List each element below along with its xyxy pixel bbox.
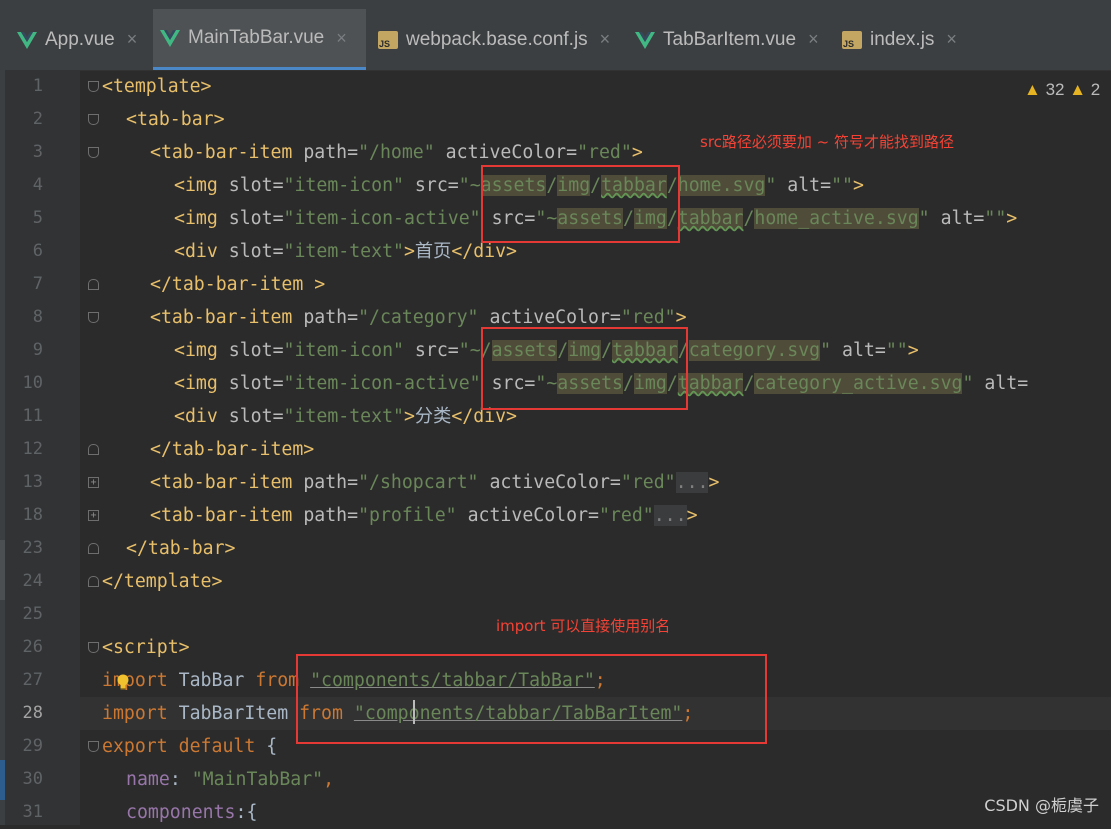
code-line: <tab-bar> — [126, 109, 225, 130]
close-icon[interactable]: × — [336, 28, 347, 49]
code-line: <div slot="item-text">首页</div> — [174, 241, 518, 262]
line-number: 8 — [32, 307, 43, 327]
code-line: <div slot="item-text">分类</div> — [174, 406, 518, 427]
tab-maintabbar-vue[interactable]: MainTabBar.vue × — [153, 9, 366, 70]
warning-icon: ▲ — [1024, 80, 1041, 99]
close-icon[interactable]: × — [600, 29, 611, 50]
code-line: <tab-bar-item path="profile" activeColor… — [150, 505, 698, 526]
annotation-src-note: src路径必须要加 ~ 符号才能找到路径 — [700, 133, 955, 151]
close-icon[interactable]: × — [946, 29, 957, 50]
line-number: 24 — [22, 571, 43, 591]
line-number: 27 — [22, 670, 43, 690]
tab-app-vue[interactable]: App.vue × — [10, 9, 153, 70]
line-number: 1 — [32, 76, 43, 96]
code-line: </template> — [102, 571, 223, 592]
code-line: <tab-bar-item path="/shopcart" activeCol… — [150, 472, 720, 493]
line-number: 26 — [22, 637, 43, 657]
weak-warning-icon: ▲ — [1069, 80, 1087, 99]
tab-label: App.vue — [45, 28, 115, 50]
line-number: 2 — [32, 109, 43, 129]
code-line: name: "MainTabBar", — [126, 769, 335, 790]
code-line: <script> — [102, 637, 190, 658]
tab-index-js[interactable]: JS index.js × — [836, 9, 976, 70]
js-file-icon: JS — [842, 30, 862, 49]
vue-icon — [635, 31, 655, 49]
code-line: <template> — [102, 76, 212, 97]
tab-label: webpack.base.conf.js — [406, 28, 588, 50]
line-number: 4 — [32, 175, 43, 195]
editor-tab-bar: App.vue × MainTabBar.vue × JS webpack.ba… — [0, 0, 1111, 71]
line-number: 23 — [22, 538, 43, 558]
line-number: 9 — [32, 340, 43, 360]
annotation-box — [481, 165, 680, 243]
line-number: 7 — [32, 274, 43, 294]
line-number-current: 28 — [22, 703, 43, 723]
folded-code-placeholder[interactable]: ... — [675, 472, 709, 493]
code-line: </tab-bar-item > — [150, 274, 326, 295]
vue-icon — [160, 30, 180, 47]
code-line: components:{ — [126, 802, 258, 823]
weak-warning-count: 2 — [1090, 80, 1101, 99]
folded-code-placeholder[interactable]: ... — [653, 505, 687, 526]
line-number: 3 — [32, 142, 43, 162]
js-file-icon: JS — [378, 30, 398, 49]
warning-count: 32 — [1045, 80, 1065, 99]
line-number: 30 — [22, 769, 43, 789]
close-icon[interactable]: × — [127, 29, 138, 50]
inspection-widget[interactable]: ▲ 32 ▲ 2 — [1024, 80, 1100, 100]
tab-label: TabBarItem.vue — [663, 28, 797, 50]
line-number: 11 — [22, 406, 43, 426]
line-number: 18 — [22, 505, 43, 525]
line-number: 29 — [22, 736, 43, 756]
vue-icon — [17, 31, 37, 49]
line-number: 12 — [22, 439, 43, 459]
watermark: CSDN @栀虞子 — [984, 796, 1099, 815]
tab-tabbaritem-vue[interactable]: TabBarItem.vue × — [628, 9, 832, 70]
code-line: </tab-bar> — [126, 538, 236, 559]
line-number: 25 — [22, 604, 43, 624]
tab-label: index.js — [870, 28, 935, 50]
code-line: export default { — [102, 736, 278, 757]
tab-webpack-base-conf-js[interactable]: JS webpack.base.conf.js × — [372, 9, 622, 70]
line-number: 10 — [22, 373, 43, 393]
code-line: </tab-bar-item> — [150, 439, 315, 460]
close-icon[interactable]: × — [808, 29, 819, 50]
line-number: 6 — [32, 241, 43, 261]
lightbulb-icon[interactable] — [116, 674, 130, 690]
annotation-box — [296, 654, 767, 744]
line-number: 13 — [22, 472, 43, 492]
annotation-box — [481, 327, 688, 410]
annotation-import-note: import 可以直接使用别名 — [496, 617, 671, 635]
line-number: 31 — [22, 802, 43, 822]
line-number: 5 — [32, 208, 43, 228]
tab-label: MainTabBar.vue — [188, 27, 325, 48]
